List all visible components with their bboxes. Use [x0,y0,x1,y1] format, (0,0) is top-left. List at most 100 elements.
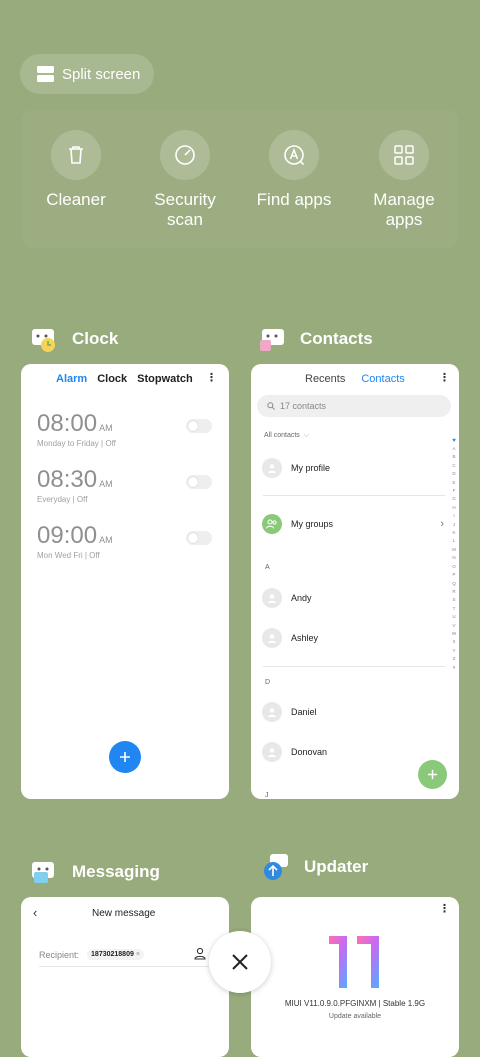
trash-icon [51,130,101,180]
clock-app-header[interactable]: Clock [30,325,118,353]
plus-icon [427,769,438,780]
alphabet-letter[interactable]: C [451,462,457,470]
alarm-ampm: AM [99,423,113,433]
more-options-icon[interactable]: ⋮ [439,902,450,915]
alarm-status: Off [105,439,116,448]
alphabet-letter[interactable]: T [451,605,457,613]
alphabet-letter[interactable]: L [451,537,457,545]
contact-row[interactable]: Andy [262,588,312,608]
contact-row[interactable]: Ashley [262,628,318,648]
alphabet-letter[interactable]: E [451,479,457,487]
alphabet-letter[interactable]: A [451,445,457,453]
tab-stopwatch[interactable]: Stopwatch [137,373,193,385]
section-header: A [265,564,270,571]
alarm-item[interactable]: 08:30 AM Everyday | Off [37,466,113,504]
contact-row[interactable]: Donovan [262,742,327,762]
contacts-app-header[interactable]: Contacts [258,325,373,353]
alphabet-letter[interactable]: I [451,512,457,520]
add-alarm-button[interactable] [109,741,141,773]
alarm-toggle[interactable] [186,475,212,489]
section-header: D [265,679,271,686]
alphabet-letter[interactable]: Y [451,647,457,655]
alphabet-letter[interactable]: V [451,622,457,630]
tool-label: Manage apps [373,190,435,229]
tool-label: Cleaner [46,190,106,209]
split-screen-button[interactable]: Split screen [20,54,154,94]
alphabet-letter[interactable]: S [451,596,457,604]
alphabet-letter[interactable]: D [451,470,457,478]
tab-clock[interactable]: Clock [97,373,127,385]
alphabet-letter[interactable]: X [451,638,457,646]
clear-all-button[interactable] [209,931,271,993]
alphabet-letter[interactable]: K [451,529,457,537]
tool-find-apps[interactable]: Find apps [244,130,344,210]
alarm-item[interactable]: 09:00 AM Mon Wed Fri | Off [37,522,113,560]
alarm-item[interactable]: 08:00 AM Monday to Friday | Off [37,410,116,448]
alphabet-letter[interactable]: B [451,453,457,461]
groups-icon [262,514,282,534]
alarm-time: 09:00 [37,522,98,549]
quick-tools-panel: Cleaner Security scan Find apps Manage a… [22,110,458,248]
contacts-app-icon [258,325,288,353]
tab-contacts[interactable]: Contacts [361,373,404,385]
miui-11-logo [327,934,381,995]
clock-tabs: Alarm Clock Stopwatch [56,373,193,385]
search-icon [267,402,275,410]
alarm-repeat: Everyday [37,495,71,504]
my-profile-row[interactable]: My profile [262,458,330,478]
chevron-right-icon: › [440,518,444,530]
alphabet-letter[interactable]: P [451,571,457,579]
my-groups-row[interactable]: My groups › [262,514,444,534]
messaging-app-card[interactable]: ‹ New message Recipient: 18730218809 × [21,897,229,1057]
contacts-filter-dropdown[interactable]: All contacts ⌵ [264,432,309,440]
chip-close-icon[interactable]: × [136,951,140,958]
more-options-icon[interactable]: ⋮ [439,371,450,384]
recipient-chip[interactable]: 18730218809 × [87,949,144,960]
section-header: J [265,792,269,799]
tool-security-scan[interactable]: Security scan [135,130,235,230]
tool-cleaner[interactable]: Cleaner [26,130,126,210]
alphabet-letter[interactable]: U [451,613,457,621]
tab-recents[interactable]: Recents [305,373,345,385]
updater-app-card[interactable]: ⋮ MIUI V11.0.9.0.PFGINXM | Stable 1.9G U… [251,897,459,1057]
miui-version: MIUI V11.0.9.0.PFGINXM | Stable 1.9G [284,999,426,1008]
alphabet-letter[interactable]: # [451,664,457,672]
tab-alarm[interactable]: Alarm [56,373,87,385]
alphabet-letter[interactable]: G [451,495,457,503]
contact-name: Ashley [291,633,319,643]
contact-row[interactable]: Daniel [262,702,317,722]
alphabet-letter[interactable]: Z [451,655,457,663]
updater-app-icon [262,852,292,882]
messaging-app-header[interactable]: Messaging [30,858,160,886]
clock-app-card[interactable]: Alarm Clock Stopwatch ⋮ 08:00 AM Monday t… [21,364,229,799]
updater-app-header[interactable]: Updater [262,852,368,882]
contact-picker-icon[interactable] [194,947,206,965]
alphabet-letter[interactable]: H [451,504,457,512]
alphabet-letter[interactable]: W [451,630,457,638]
add-contact-button[interactable] [418,760,447,789]
alphabet-letter[interactable]: M [451,546,457,554]
more-options-icon[interactable]: ⋮ [206,371,217,384]
alphabet-letter[interactable]: F [451,487,457,495]
alarm-toggle[interactable] [186,531,212,545]
speedometer-icon [160,130,210,180]
alphabet-letter[interactable]: J [451,521,457,529]
clock-app-name: Clock [72,329,119,348]
alphabet-letter[interactable]: N [451,554,457,562]
alarm-time: 08:30 [37,466,98,493]
back-arrow-icon[interactable]: ‹ [33,905,37,920]
messaging-app-icon [30,858,60,886]
contacts-app-card[interactable]: Recents Contacts ⋮ 17 contacts All conta… [251,364,459,799]
plus-icon [120,752,130,762]
tool-label: Security scan [154,190,216,229]
tool-manage-apps[interactable]: Manage apps [354,130,454,230]
updater-app-name: Updater [304,857,369,876]
alphabet-letter[interactable]: R [451,588,457,596]
alphabet-index[interactable]: ♥ A B C D E F G H I J K L M N O P Q R S T U V W X Y Z # [451,437,457,672]
split-screen-icon [37,66,54,82]
recipient-field[interactable]: Recipient: 18730218809 × [39,949,144,960]
alarm-toggle[interactable] [186,419,212,433]
contacts-search-input[interactable]: 17 contacts [257,395,451,417]
alphabet-letter[interactable]: O [451,563,457,571]
alphabet-letter[interactable]: Q [451,580,457,588]
